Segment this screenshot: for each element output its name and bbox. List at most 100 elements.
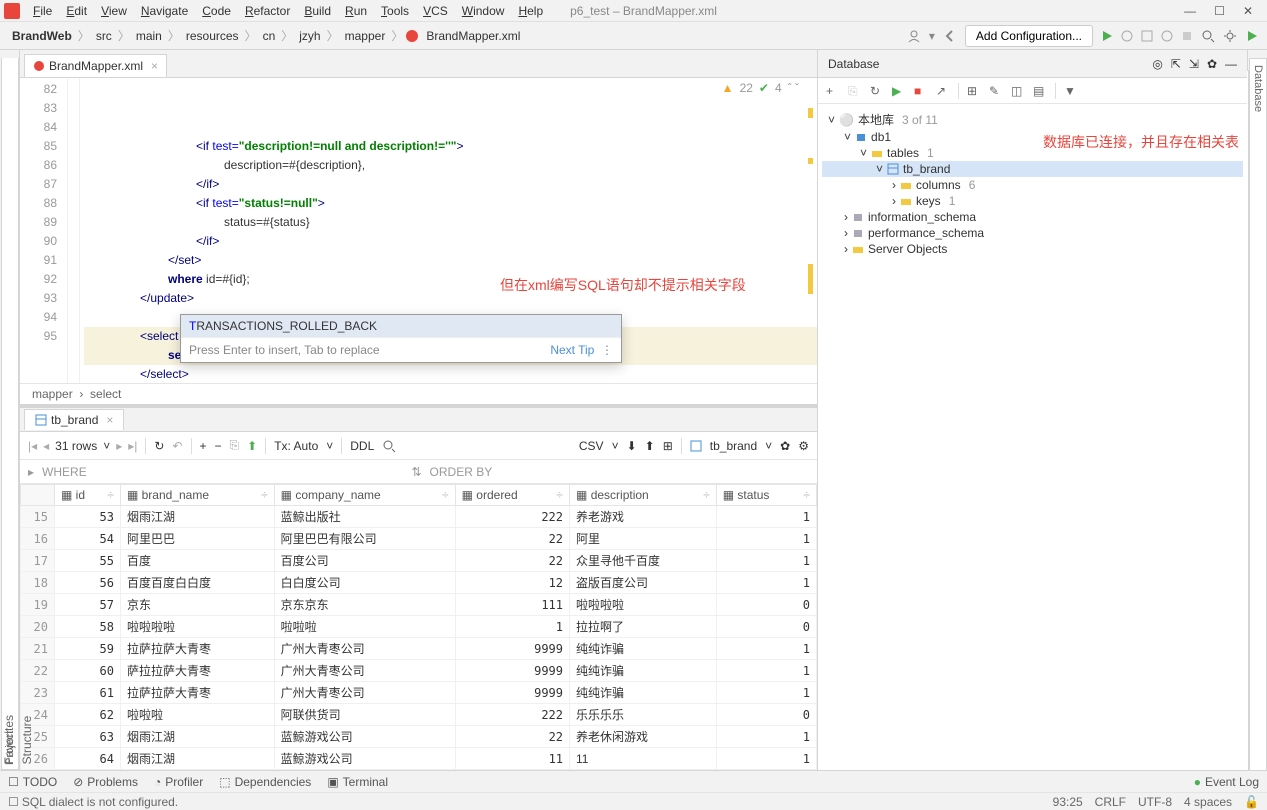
completion-popup[interactable]: TRANSACTIONS_ROLLED_BACK Press Enter to …	[180, 314, 622, 363]
terminal-tab[interactable]: ▣ Terminal	[327, 775, 388, 789]
menu-vcs[interactable]: VCS	[416, 2, 455, 20]
add-datasource-icon[interactable]: +	[826, 84, 840, 98]
where-input[interactable]	[95, 465, 404, 479]
remove-row-icon[interactable]: −	[215, 439, 222, 453]
minimize-icon[interactable]: —	[1184, 4, 1196, 18]
orderby-input[interactable]	[500, 465, 809, 479]
stop-icon[interactable]: ■	[914, 84, 928, 98]
menu-navigate[interactable]: Navigate	[134, 2, 195, 20]
todo-tab[interactable]: ☐ TODO	[8, 775, 57, 789]
clone-row-icon[interactable]: ⎘	[230, 438, 240, 453]
run-icon[interactable]	[1101, 30, 1113, 42]
settings-icon[interactable]: ⚙	[798, 439, 809, 453]
fold-gutter[interactable]	[68, 78, 80, 383]
menu-file[interactable]: File	[26, 2, 59, 20]
download-icon[interactable]: ⬇	[627, 439, 637, 453]
line-separator[interactable]: CRLF	[1095, 795, 1126, 809]
pivot-icon[interactable]: ⊞	[663, 439, 673, 453]
submit-icon[interactable]: ⬆	[247, 439, 257, 453]
profile-icon[interactable]	[1161, 30, 1173, 42]
breadcrumb-segment[interactable]: src	[92, 27, 116, 45]
add-row-icon[interactable]: +	[200, 439, 207, 453]
edit-icon[interactable]: ✎	[989, 84, 1003, 98]
menu-help[interactable]: Help	[511, 2, 550, 20]
breadcrumb-segment[interactable]: main	[132, 27, 166, 45]
last-page-icon[interactable]: ▸|	[128, 439, 137, 453]
coverage-icon[interactable]	[1141, 30, 1153, 42]
hide-icon[interactable]: —	[1225, 57, 1237, 71]
project-tool-tab[interactable]: Project	[1, 58, 19, 770]
table-view-icon[interactable]: ⊞	[967, 84, 981, 98]
back-icon[interactable]	[943, 29, 957, 43]
tx-mode[interactable]: Tx: Auto	[274, 439, 318, 453]
event-log[interactable]: ● Event Log	[1194, 775, 1259, 789]
database-tool-tab[interactable]: Database	[1249, 58, 1267, 770]
code-editor[interactable]: ▲22 ✔4 ˆ ˇ 8283848586878889909192939495 …	[20, 78, 817, 383]
refresh-icon[interactable]: ↻	[870, 84, 884, 98]
completion-item[interactable]: TRANSACTIONS_ROLLED_BACK	[181, 315, 621, 337]
collapse-icon[interactable]: ⇲	[1189, 57, 1199, 71]
menu-build[interactable]: Build	[297, 2, 338, 20]
close-icon[interactable]: ✕	[1243, 4, 1253, 18]
reload-icon[interactable]: ↻	[154, 439, 164, 453]
stop-icon[interactable]	[1181, 30, 1193, 42]
run-anything-icon[interactable]	[1245, 29, 1259, 43]
profiler-tab[interactable]: ◔ Profiler	[154, 775, 203, 789]
filter-icon[interactable]: ▼	[1064, 84, 1078, 98]
encoding[interactable]: UTF-8	[1138, 795, 1172, 809]
view-options-icon[interactable]: ✿	[780, 439, 790, 453]
editor-breadcrumb[interactable]: mapper › select	[20, 383, 817, 405]
settings-icon[interactable]	[1223, 29, 1237, 43]
structure-tool-tab[interactable]: Structure	[18, 709, 36, 770]
error-stripe[interactable]	[803, 78, 817, 383]
revert-icon[interactable]: ↶	[172, 439, 182, 453]
breadcrumb-segment[interactable]: mapper	[341, 27, 390, 45]
settings-icon[interactable]: ✿	[1207, 57, 1217, 71]
table-selector[interactable]: tb_brand	[710, 439, 757, 453]
breadcrumb-segment[interactable]: cn	[259, 27, 280, 45]
breadcrumb-segment[interactable]: jzyh	[295, 27, 324, 45]
next-tip-link[interactable]: Next Tip	[550, 343, 594, 357]
search-icon[interactable]	[1201, 29, 1215, 43]
close-data-tab-icon[interactable]: ×	[106, 413, 113, 427]
console-icon[interactable]: ▤	[1033, 84, 1047, 98]
database-tree[interactable]: ˅⚪本地库3 of 11 ˅db1 ˅tables1 ˅tb_brand ›co…	[818, 104, 1247, 263]
user-icon[interactable]	[907, 29, 921, 43]
add-configuration-button[interactable]: Add Configuration...	[965, 25, 1093, 47]
ddl-button[interactable]: DDL	[350, 439, 374, 453]
first-page-icon[interactable]: |◂	[28, 439, 37, 453]
diagram-icon[interactable]: ◫	[1011, 84, 1025, 98]
problems-tab[interactable]: ⊘ Problems	[73, 775, 138, 789]
breadcrumb-file[interactable]: BrandMapper.xml	[422, 27, 524, 45]
data-tab[interactable]: tb_brand ×	[24, 409, 124, 430]
csv-export[interactable]: CSV	[579, 439, 604, 453]
scope-icon[interactable]: ◎	[1152, 57, 1162, 71]
editor-tab[interactable]: BrandMapper.xml ×	[24, 54, 167, 77]
close-tab-icon[interactable]: ×	[151, 59, 158, 73]
data-grid[interactable]: ▦ id ÷▦ brand_name ÷▦ company_name ÷▦ or…	[20, 484, 817, 770]
maximize-icon[interactable]: ☐	[1214, 4, 1225, 18]
breadcrumb-project[interactable]: BrandWeb	[8, 27, 76, 45]
caret-position[interactable]: 93:25	[1053, 795, 1083, 809]
menu-view[interactable]: View	[94, 2, 134, 20]
dependencies-tab[interactable]: ⬚ Dependencies	[219, 775, 311, 789]
prev-page-icon[interactable]: ◂	[43, 439, 49, 453]
readonly-icon[interactable]: 🔓	[1244, 795, 1259, 809]
next-page-icon[interactable]: ▸	[116, 439, 122, 453]
menu-tools[interactable]: Tools	[374, 2, 416, 20]
indent[interactable]: 4 spaces	[1184, 795, 1232, 809]
menu-edit[interactable]: Edit	[59, 2, 94, 20]
menu-code[interactable]: Code	[195, 2, 238, 20]
jump-icon[interactable]: ↗	[936, 84, 950, 98]
upload-icon[interactable]: ⬆	[645, 439, 655, 453]
menu-refactor[interactable]: Refactor	[238, 2, 297, 20]
search-icon[interactable]	[382, 439, 396, 453]
run-sql-icon[interactable]: ▶	[892, 84, 906, 98]
debug-icon[interactable]	[1121, 30, 1133, 42]
breadcrumb-segment[interactable]: resources	[182, 27, 243, 45]
favorites-tool-tab[interactable]: Favorites	[0, 709, 18, 770]
menu-window[interactable]: Window	[455, 2, 512, 20]
expand-icon[interactable]: ⇱	[1171, 57, 1181, 71]
menu-run[interactable]: Run	[338, 2, 374, 20]
duplicate-icon[interactable]: ⎘	[848, 84, 862, 98]
